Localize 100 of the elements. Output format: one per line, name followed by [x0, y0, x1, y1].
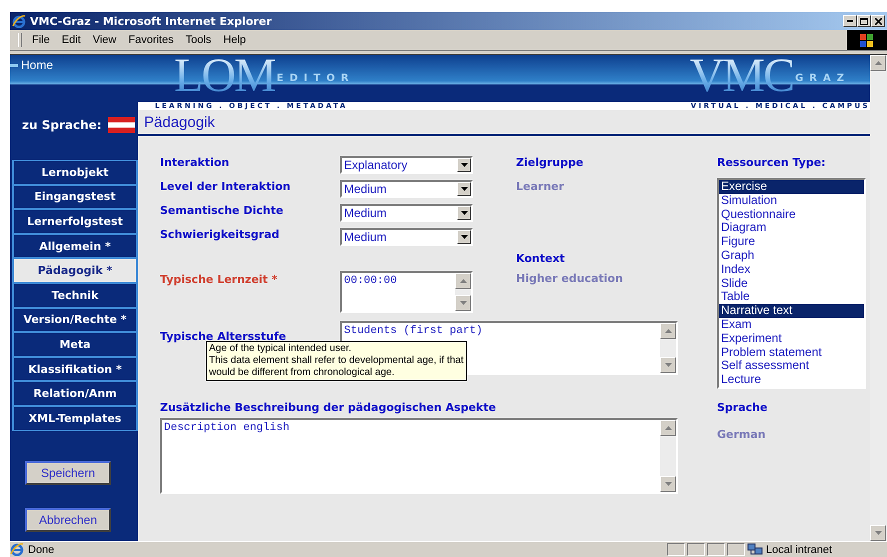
up-arrow-icon: [460, 279, 466, 283]
list-option[interactable]: Experiment: [719, 332, 864, 346]
caret-icon: [460, 235, 468, 239]
time-field[interactable]: 00:00:00: [340, 271, 473, 313]
textarea-scrollbar[interactable]: [660, 420, 676, 492]
dropdown-button[interactable]: [457, 230, 471, 244]
list-box[interactable]: Exercise Simulation Questionnaire Diagram Figure Graph Index Slide Table Narrative text Exam Experiment Problem statement Self assessment Lecture: [717, 178, 866, 389]
textarea-scrollbar[interactable]: [660, 323, 676, 373]
maximize-icon: [860, 18, 868, 24]
scroll-up-button[interactable]: [870, 55, 886, 71]
section-heading: Kontext: [516, 252, 566, 265]
field-value: Learner: [516, 180, 566, 193]
menu-item[interactable]: View: [86, 34, 122, 46]
zone-text: Local intranet: [766, 544, 832, 556]
nav-item[interactable]: Eingangstest: [12, 184, 138, 210]
up-arrow-icon: [664, 329, 672, 333]
scroll-down-button[interactable]: [455, 295, 471, 311]
windows-flag-icon: [860, 34, 874, 46]
textarea-scrollbar[interactable]: [455, 273, 471, 311]
list-option[interactable]: Questionnaire: [719, 208, 864, 222]
caret-icon: [460, 187, 468, 191]
nav-item[interactable]: Meta: [12, 332, 138, 357]
nav-item[interactable]: Version/Rechte *: [12, 308, 138, 332]
list-option[interactable]: Diagram: [719, 221, 864, 236]
list-option[interactable]: Index: [719, 262, 864, 277]
minimize-button[interactable]: [843, 15, 857, 27]
list-option[interactable]: Graph: [719, 248, 864, 263]
description-field[interactable]: Description english: [160, 418, 678, 494]
dropdown-button[interactable]: [457, 206, 471, 220]
field-label: Typische Lernzeit *: [160, 273, 278, 286]
list-option[interactable]: Narrative text: [719, 304, 864, 318]
logo-subtitle: EDITOR: [276, 73, 355, 84]
field-label: Level der Interaktion: [160, 180, 292, 193]
language-label: zu Sprache:: [22, 118, 102, 132]
nav-item[interactable]: Pädagogik *: [12, 258, 138, 283]
list-option[interactable]: Slide: [719, 276, 864, 290]
menu-item[interactable]: Edit: [56, 34, 87, 46]
nav-item[interactable]: Relation/Anm: [12, 381, 138, 406]
cancel-button[interactable]: Abbrechen: [25, 508, 111, 532]
list-option[interactable]: Lecture: [719, 373, 864, 387]
down-arrow-icon: [874, 531, 882, 535]
dropdown-button[interactable]: [457, 182, 471, 196]
scroll-up-button[interactable]: [455, 273, 471, 289]
status-panel: [707, 543, 725, 556]
nav-item[interactable]: Allgemein *: [12, 234, 138, 258]
field-label: Schwierigkeitsgrad: [160, 228, 280, 241]
dropdown-field[interactable]: Medium: [340, 180, 473, 198]
menu-item[interactable]: File: [26, 34, 56, 46]
nav-item[interactable]: XML-Templates: [12, 406, 138, 431]
dropdown-button[interactable]: [457, 158, 471, 172]
list-option[interactable]: Self assessment: [719, 359, 864, 374]
list-option[interactable]: Problem statement: [719, 346, 864, 360]
save-button[interactable]: Speichern: [25, 460, 111, 485]
section-heading: Sprache: [717, 401, 768, 414]
dropdown-field[interactable]: Explanatory: [340, 156, 473, 174]
section-heading: Ressourcen Type:: [717, 156, 827, 169]
section-heading: Zielgruppe: [516, 156, 584, 169]
minimize-icon: [847, 20, 853, 22]
down-arrow-icon: [664, 482, 672, 486]
up-arrow-icon: [874, 61, 882, 65]
list-option[interactable]: Simulation: [719, 194, 864, 208]
status-text: Done: [28, 544, 54, 556]
page-title: Pädagogik: [138, 110, 870, 136]
field-label: Interaktion: [160, 156, 230, 169]
close-button[interactable]: [871, 15, 885, 27]
menu-item[interactable]: Help: [217, 34, 252, 46]
menu-item[interactable]: Favorites: [122, 34, 180, 46]
field-value: German: [717, 428, 767, 441]
scroll-down-button[interactable]: [870, 525, 886, 541]
dropdown-field[interactable]: Medium: [340, 228, 473, 246]
field-label: Typische Altersstufe: [160, 330, 286, 343]
list-option[interactable]: Figure: [719, 235, 864, 249]
window-title: VMC-Graz - Microsoft Internet Explorer: [30, 14, 273, 28]
caret-icon: [460, 163, 468, 167]
scroll-down-button[interactable]: [660, 476, 676, 492]
scroll-down-button[interactable]: [660, 357, 676, 373]
scroll-up-button[interactable]: [660, 323, 676, 339]
menu-item[interactable]: Tools: [180, 34, 218, 46]
caret-icon: [460, 211, 468, 215]
flag-icon[interactable]: [108, 116, 135, 132]
maximize-button[interactable]: [857, 15, 871, 27]
list-option[interactable]: Exam: [719, 318, 864, 332]
status-panel: [727, 543, 745, 556]
home-link[interactable]: Home: [10, 58, 138, 72]
browser-icon: [12, 14, 26, 28]
logo-subtitle: GRAZ: [795, 73, 850, 84]
list-option[interactable]: Table: [719, 290, 864, 304]
nav-item[interactable]: Lernobjekt: [12, 160, 138, 185]
field-label: Semantische Dichte: [160, 204, 284, 217]
nav-item[interactable]: Klassifikation *: [12, 356, 138, 382]
dropdown-field[interactable]: Medium: [340, 204, 473, 222]
field-label: Zusätzliche Beschreibung der pädagogischen Aspekte: [160, 401, 497, 414]
scroll-up-button[interactable]: [660, 420, 676, 436]
page-icon: [10, 543, 24, 556]
down-arrow-icon: [664, 363, 672, 367]
list-option[interactable]: Exercise: [719, 180, 864, 194]
nav-item[interactable]: Lernerfolgstest: [12, 209, 138, 234]
scrollbar[interactable]: [870, 55, 887, 541]
status-panel: [687, 543, 705, 556]
nav-item[interactable]: Technik: [12, 282, 138, 308]
